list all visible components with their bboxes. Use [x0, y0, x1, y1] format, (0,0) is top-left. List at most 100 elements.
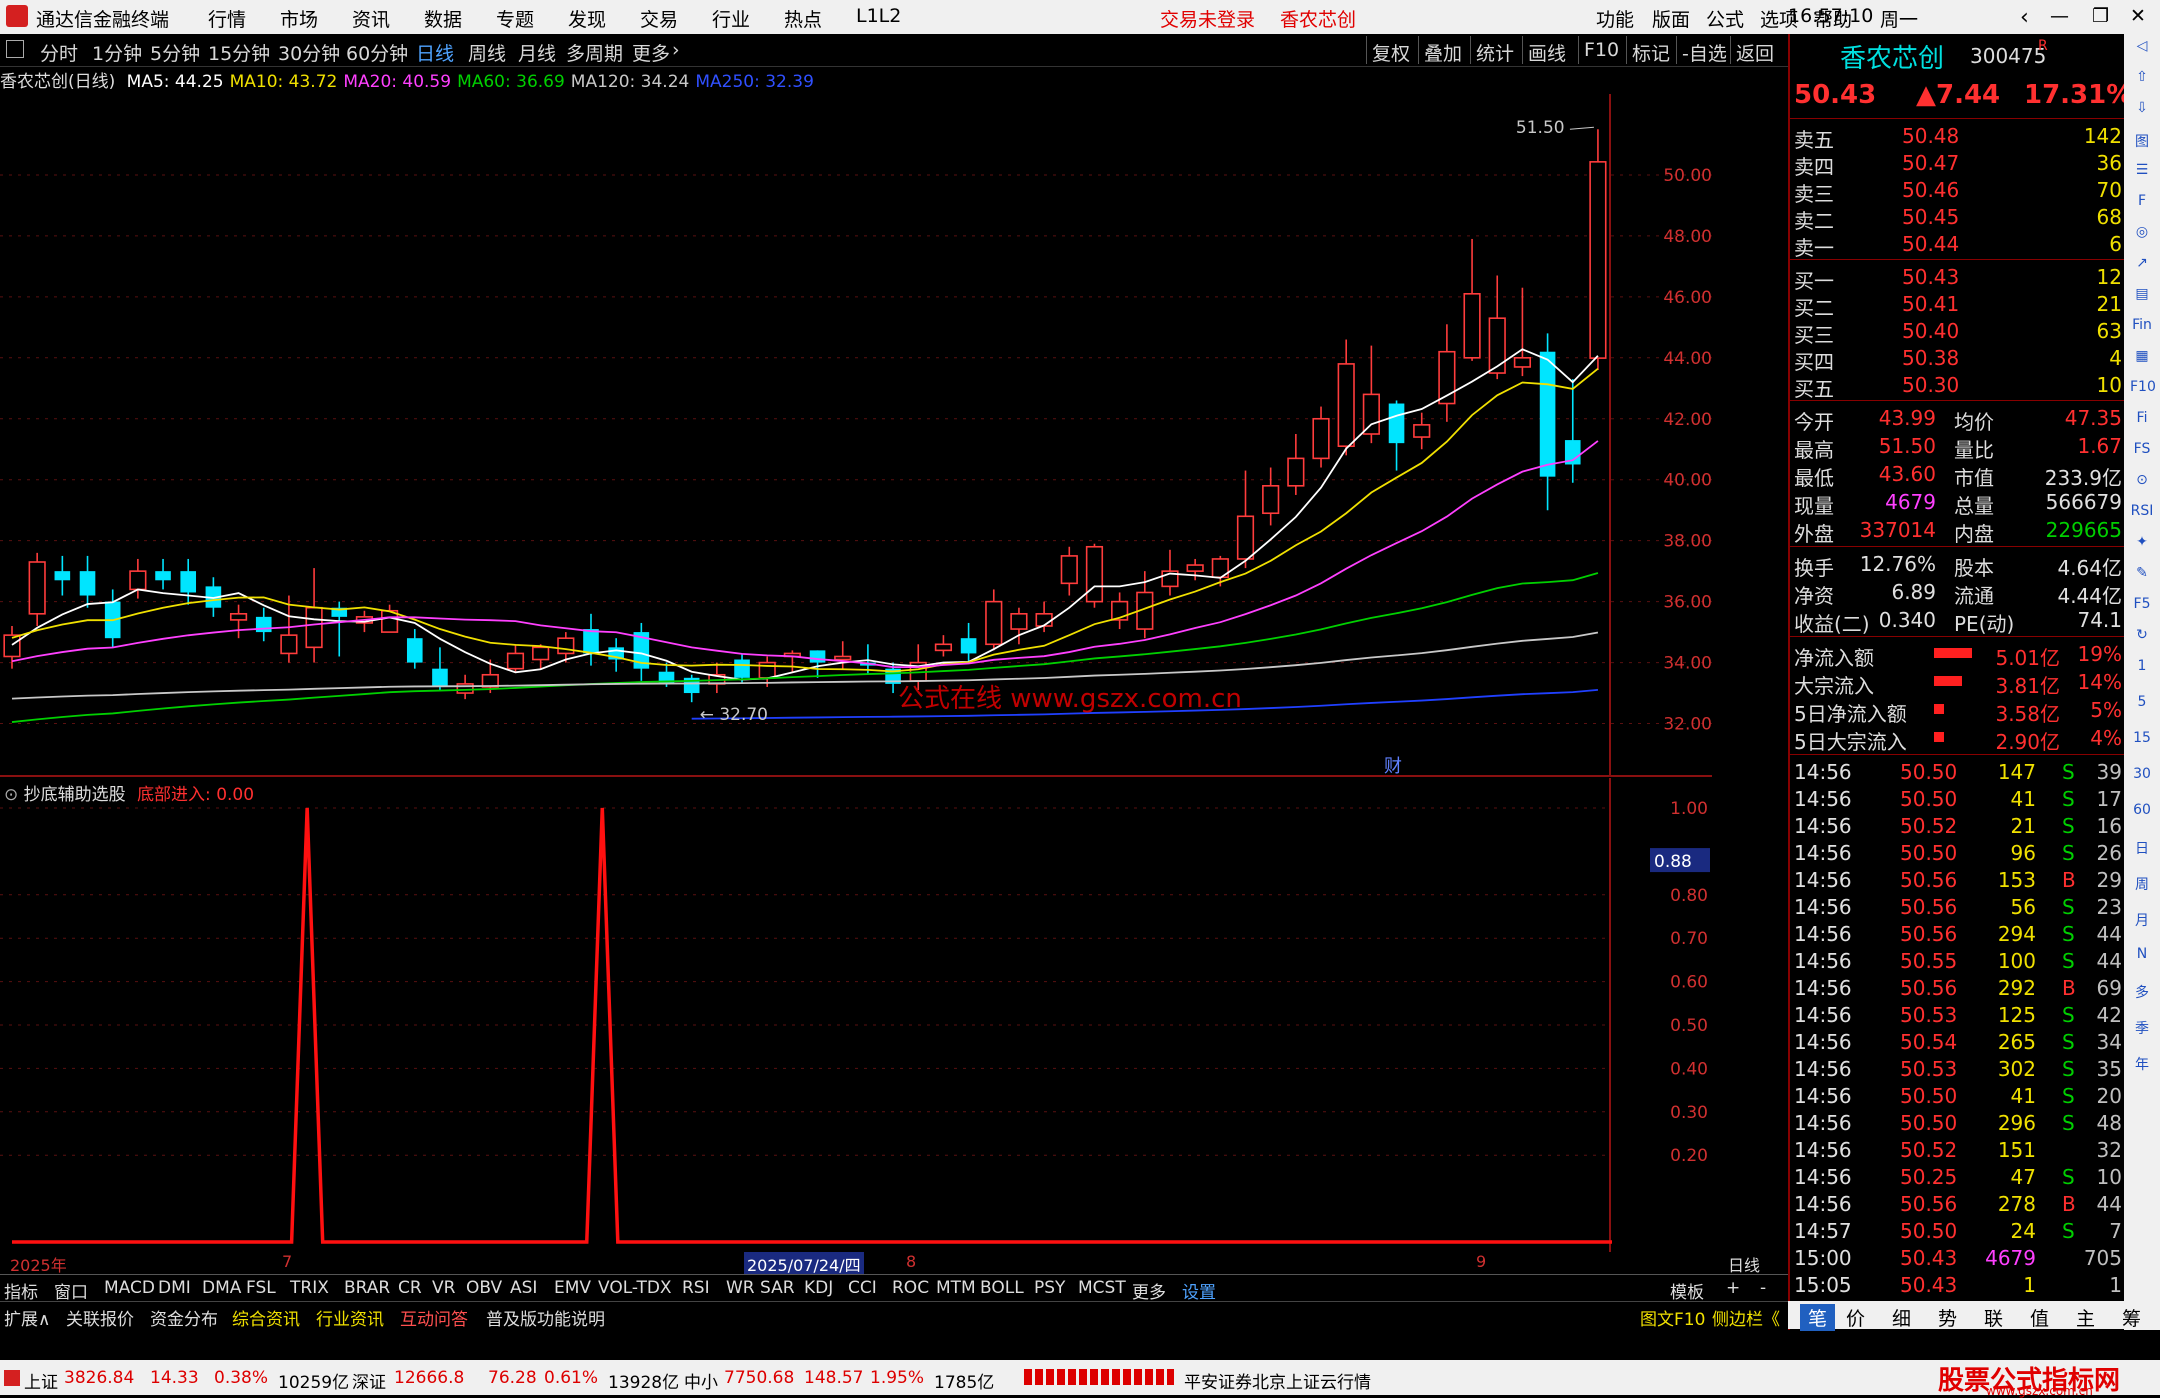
more-chevron-icon[interactable]: › — [672, 39, 680, 61]
indicator-right-2[interactable]: - — [1760, 1278, 1766, 1298]
toggle-panel-icon[interactable] — [6, 40, 24, 58]
bid-row[interactable]: 买五 50.30 10 — [1794, 371, 2122, 401]
indicator-tab-1[interactable]: 窗口 — [54, 1278, 88, 1303]
side-tool-icon-31[interactable]: 年 — [2130, 1054, 2154, 1076]
sh-label[interactable]: 上证 — [24, 1368, 58, 1393]
side-tool-icon-14[interactable]: ⊙ — [2130, 472, 2154, 494]
period-tab-0[interactable]: 分时 — [40, 39, 78, 66]
ask-row[interactable]: 卖五 50.48 142 — [1794, 122, 2122, 152]
ext-tab-6[interactable]: 普及版功能说明 — [486, 1305, 605, 1330]
indicator-tab-13[interactable]: VOL-TDX — [598, 1278, 672, 1298]
indicator-right-0[interactable]: 模板 — [1670, 1278, 1704, 1303]
menu-2[interactable]: 资讯 — [352, 5, 390, 32]
indicator-toggle-icon[interactable]: ⊙ — [4, 785, 18, 805]
indicator-tab-2[interactable]: MACD — [104, 1278, 155, 1298]
indicator-tab-24[interactable]: 更多 — [1132, 1278, 1166, 1303]
ask-row[interactable]: 卖四 50.47 36 — [1794, 149, 2122, 179]
period-tab-8[interactable]: 月线 — [518, 39, 556, 66]
chart-tool-3[interactable]: 画线 — [1528, 39, 1566, 66]
ext-tab-2[interactable]: 资金分布 — [150, 1305, 218, 1330]
sz-label[interactable]: 深证 — [352, 1368, 386, 1393]
ext-tab-5[interactable]: 互动问答 — [400, 1305, 468, 1330]
menu-3[interactable]: 数据 — [424, 5, 462, 32]
period-tab-4[interactable]: 30分钟 — [278, 39, 340, 66]
side-tool-icon-30[interactable]: 季 — [2130, 1018, 2154, 1040]
chart-tool-7[interactable]: 返回 — [1736, 39, 1774, 66]
indicator-tab-14[interactable]: RSI — [682, 1278, 710, 1298]
trade-status[interactable]: 交易未登录 — [1160, 5, 1255, 32]
side-tool-icon-20[interactable]: 1 — [2130, 658, 2154, 680]
period-tab-9[interactable]: 多周期 — [566, 39, 623, 66]
ask-row[interactable]: 卖二 50.45 68 — [1794, 203, 2122, 233]
indicator-tab-19[interactable]: ROC — [892, 1278, 929, 1298]
bid-row[interactable]: 买二 50.41 21 — [1794, 290, 2122, 320]
indicator-tab-12[interactable]: EMV — [554, 1278, 591, 1298]
menu-6[interactable]: 交易 — [640, 5, 678, 32]
ask-row[interactable]: 卖一 50.44 6 — [1794, 230, 2122, 260]
side-tool-icon-28[interactable]: N — [2130, 946, 2154, 968]
side-tool-icon-9[interactable]: Fin — [2130, 317, 2154, 339]
menu-7[interactable]: 行业 — [712, 5, 750, 32]
chart-tool-1[interactable]: 叠加 — [1424, 39, 1462, 66]
close-icon[interactable]: ✕ — [2130, 5, 2146, 27]
indicator-tab-22[interactable]: PSY — [1034, 1278, 1065, 1298]
indicator-tab-16[interactable]: SAR — [760, 1278, 795, 1298]
indicator-tab-20[interactable]: MTM — [936, 1278, 976, 1298]
chart-tool-4[interactable]: F10 — [1584, 39, 1619, 61]
indicator-tab-21[interactable]: BOLL — [980, 1278, 1024, 1298]
side-tool-icon-7[interactable]: ↗ — [2130, 255, 2154, 277]
ext-tab-1[interactable]: 关联报价 — [66, 1305, 134, 1330]
bid-row[interactable]: 买三 50.40 63 — [1794, 317, 2122, 347]
minimize-icon[interactable]: — — [2050, 5, 2069, 27]
period-tab-2[interactable]: 5分钟 — [150, 39, 200, 66]
side-tool-icon-12[interactable]: Fi — [2130, 410, 2154, 432]
detail-tab-5[interactable]: 值 — [2030, 1304, 2049, 1331]
right-menu-2[interactable]: 公式 — [1706, 5, 1744, 32]
side-tool-icon-13[interactable]: FS — [2130, 441, 2154, 463]
indicator-tab-7[interactable]: BRAR — [344, 1278, 390, 1298]
period-tab-10[interactable]: 更多 — [632, 39, 670, 66]
f10-graphic-link[interactable]: 图文F10 — [1640, 1305, 1705, 1330]
kline-chart[interactable]: 50.00 48.00 46.00 44.00 42.00 40.00 38.00 36.00… — [0, 94, 1712, 777]
side-tool-icon-4[interactable]: ☰ — [2130, 162, 2154, 184]
indicator-tab-9[interactable]: VR — [432, 1278, 455, 1298]
indicator-tab-8[interactable]: CR — [398, 1278, 422, 1298]
detail-tab-1[interactable]: 价 — [1846, 1304, 1865, 1331]
indicator-tab-11[interactable]: ASI — [510, 1278, 537, 1298]
indicator-tab-3[interactable]: DMI — [158, 1278, 191, 1298]
detail-tab-0[interactable]: 笔 — [1800, 1304, 1836, 1331]
period-tab-7[interactable]: 周线 — [468, 39, 506, 66]
side-tool-icon-29[interactable]: 多 — [2130, 982, 2154, 1004]
side-tool-icon-17[interactable]: ✎ — [2130, 565, 2154, 587]
side-tool-icon-8[interactable]: ▤ — [2130, 286, 2154, 308]
side-tool-icon-21[interactable]: 5 — [2130, 694, 2154, 716]
menu-4[interactable]: 专题 — [496, 5, 534, 32]
sidebar-toggle[interactable]: 侧边栏《 — [1712, 1305, 1780, 1330]
period-tab-3[interactable]: 15分钟 — [208, 39, 270, 66]
indicator-chart[interactable]: 1.00 0.80 0.70 0.60 0.50 0.40 0.30 0.20 0.88 — [0, 778, 1712, 1252]
menu-0[interactable]: 行情 — [208, 5, 246, 32]
indicator-tab-0[interactable]: 指标 — [4, 1278, 38, 1303]
zx-label[interactable]: 中小 — [684, 1368, 718, 1393]
side-tool-icon-19[interactable]: ↻ — [2130, 627, 2154, 649]
indicator-tab-23[interactable]: MCST — [1078, 1278, 1126, 1298]
back-icon[interactable]: ‹ — [2020, 5, 2029, 30]
indicator-tab-4[interactable]: DMA — [202, 1278, 241, 1298]
restore-icon[interactable]: ❐ — [2092, 5, 2109, 27]
ext-tab-4[interactable]: 行业资讯 — [316, 1305, 384, 1330]
detail-tab-6[interactable]: 主 — [2076, 1304, 2095, 1331]
menu-8[interactable]: 热点 — [784, 5, 822, 32]
side-tool-icon-10[interactable]: ▦ — [2130, 348, 2154, 370]
ext-tab-0[interactable]: 扩展∧ — [4, 1305, 50, 1330]
indicator-tab-15[interactable]: WR — [726, 1278, 755, 1298]
right-menu-4[interactable]: 帮助 — [1814, 5, 1852, 32]
chart-tool-6[interactable]: -自选 — [1682, 39, 1727, 66]
detail-tab-4[interactable]: 联 — [1984, 1304, 2003, 1331]
side-tool-icon-1[interactable]: ⇧ — [2130, 69, 2154, 91]
ext-tab-3[interactable]: 综合资讯 — [232, 1305, 300, 1330]
menu-5[interactable]: 发现 — [568, 5, 606, 32]
side-tool-icon-18[interactable]: F5 — [2130, 596, 2154, 618]
right-menu-3[interactable]: 选项 — [1760, 5, 1798, 32]
indicator-tab-5[interactable]: FSL — [246, 1278, 276, 1298]
detail-tab-2[interactable]: 细 — [1892, 1304, 1911, 1331]
